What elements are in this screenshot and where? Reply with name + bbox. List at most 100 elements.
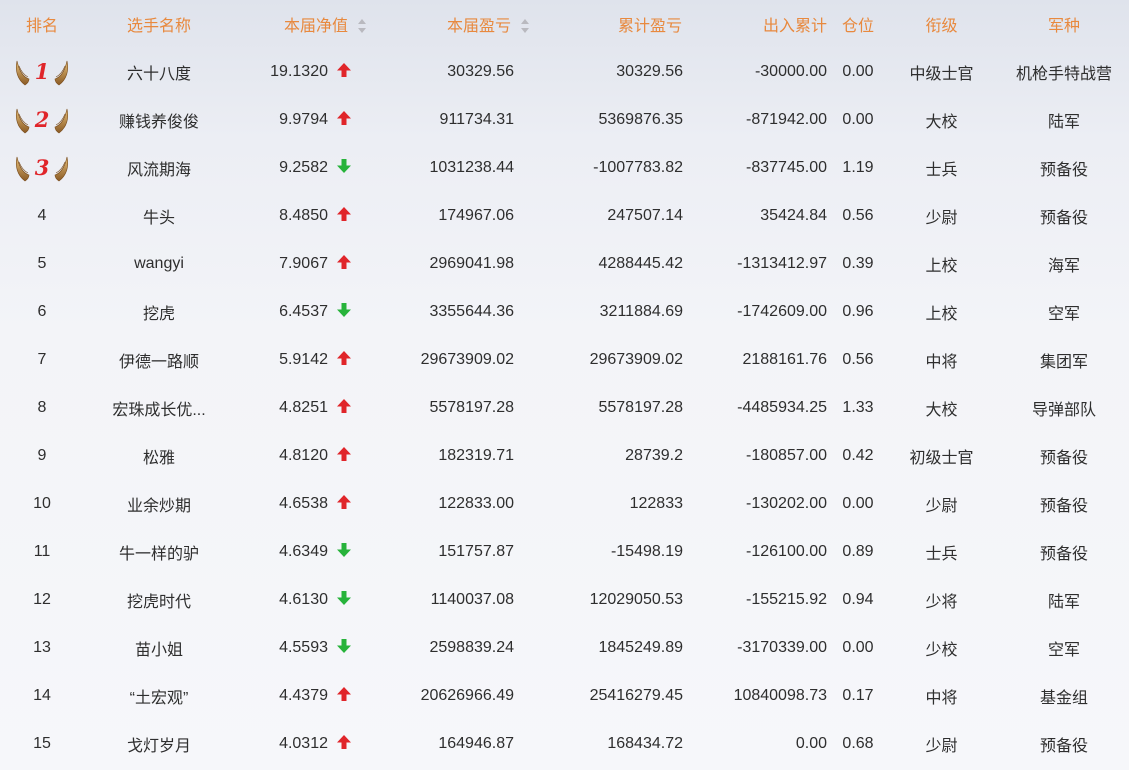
rank-cell: 8 bbox=[0, 384, 84, 432]
player-name[interactable]: 松雅 bbox=[84, 432, 234, 480]
header-position: 仓位 bbox=[841, 18, 874, 35]
table-row[interactable]: 3 风流期海 9.2582 1031238.44 -1007783.82 -837745.… bbox=[0, 144, 1129, 192]
rank-cell: 1 bbox=[0, 48, 84, 96]
position-cell: 0.56 bbox=[842, 207, 874, 224]
position-cell: 0.94 bbox=[842, 591, 874, 608]
header-player-name: 选手名称 bbox=[126, 18, 191, 35]
nav-cell: 5.9142 bbox=[234, 336, 369, 384]
table-row[interactable]: 14 “土宏观” 4.4379 20626966.49 25416279.45 10840… bbox=[0, 672, 1129, 720]
rank-title-cell: 大校 bbox=[925, 402, 958, 419]
nav-value: 9.9794 bbox=[279, 111, 328, 128]
rank-cell: 12 bbox=[0, 576, 84, 624]
nav-value: 4.6349 bbox=[279, 543, 328, 560]
rank-cell: 13 bbox=[0, 624, 84, 672]
rank-number: 4 bbox=[37, 207, 47, 224]
table-row[interactable]: 12 挖虎时代 4.6130 1140037.08 12029050.53 -155215… bbox=[0, 576, 1129, 624]
table-row[interactable]: 11 牛一样的驴 4.6349 151757.87 -15498.19 -126100.0… bbox=[0, 528, 1129, 576]
table-row[interactable]: 4 牛头 8.4850 174967.06 247507.14 35424.84 0.56 少… bbox=[0, 192, 1129, 240]
cumulative-profit-cell: 25416279.45 bbox=[589, 687, 683, 704]
rank-cell: 2 bbox=[0, 96, 84, 144]
medal-icon: 2 bbox=[15, 107, 69, 134]
rank-number: 13 bbox=[33, 639, 51, 656]
medal-rank-number: 3 bbox=[35, 155, 50, 180]
rank-title-cell: 中级士官 bbox=[909, 66, 974, 83]
player-name[interactable]: 挖虎时代 bbox=[84, 576, 234, 624]
table-row[interactable]: 13 苗小姐 4.5593 2598839.24 1845249.89 -3170339.… bbox=[0, 624, 1129, 672]
in-out-flow-cell: 35424.84 bbox=[760, 207, 827, 224]
player-name[interactable]: 六十八度 bbox=[84, 48, 234, 96]
rank-cell: 5 bbox=[0, 240, 84, 288]
rank-title-cell: 少尉 bbox=[925, 498, 958, 515]
player-name[interactable]: 风流期海 bbox=[84, 144, 234, 192]
position-cell: 0.42 bbox=[842, 447, 874, 464]
player-name[interactable]: 牛头 bbox=[84, 192, 234, 240]
rank-cell: 11 bbox=[0, 528, 84, 576]
rank-title-cell: 上校 bbox=[925, 306, 958, 323]
player-name[interactable]: 伊德一路顺 bbox=[84, 336, 234, 384]
in-out-flow-cell: -1313412.97 bbox=[737, 255, 827, 272]
medal-rank-number: 1 bbox=[35, 59, 50, 84]
rank-title-cell: 士兵 bbox=[925, 162, 958, 179]
table-row[interactable]: 5 wangyi 7.9067 2969041.98 4288445.42 -131341… bbox=[0, 240, 1129, 288]
in-out-flow-cell: -1742609.00 bbox=[737, 303, 827, 320]
table-row[interactable]: 7 伊德一路顺 5.9142 29673909.02 29673909.02 218816… bbox=[0, 336, 1129, 384]
player-name[interactable]: 牛一样的驴 bbox=[84, 528, 234, 576]
in-out-flow-cell: 10840098.73 bbox=[733, 687, 827, 704]
nav-cell: 4.4379 bbox=[234, 672, 369, 720]
player-name[interactable]: 宏珠成长优... bbox=[84, 384, 234, 432]
position-cell: 0.00 bbox=[842, 111, 874, 128]
nav-cell: 9.9794 bbox=[234, 96, 369, 144]
table-row[interactable]: 1 六十八度 19.1320 30329.56 30329.56 -30000.00 0.0… bbox=[0, 48, 1129, 96]
position-cell: 0.00 bbox=[842, 495, 874, 512]
player-name[interactable]: 戈灯岁月 bbox=[84, 720, 234, 768]
profit-cell: 164946.87 bbox=[438, 735, 514, 752]
player-name[interactable]: 业余炒期 bbox=[84, 480, 234, 528]
position-cell: 0.00 bbox=[842, 63, 874, 80]
player-name[interactable]: “土宏观” bbox=[84, 672, 234, 720]
cumulative-profit-cell: 29673909.02 bbox=[589, 351, 683, 368]
corps-cell: 陆军 bbox=[1047, 114, 1080, 131]
sort-icon[interactable] bbox=[358, 18, 366, 33]
player-name[interactable]: 挖虎 bbox=[84, 288, 234, 336]
table-row[interactable]: 2 赚钱养俊俊 9.9794 911734.31 5369876.35 -871942.0… bbox=[0, 96, 1129, 144]
cumulative-profit-cell: 28739.2 bbox=[625, 447, 683, 464]
rank-number: 9 bbox=[37, 447, 47, 464]
corps-cell: 空军 bbox=[1047, 642, 1080, 659]
rank-number: 8 bbox=[37, 399, 47, 416]
corps-cell: 陆军 bbox=[1047, 594, 1080, 611]
medal-icon: 1 bbox=[15, 59, 69, 86]
trend-up-arrow-icon bbox=[337, 110, 351, 125]
player-name[interactable]: 赚钱养俊俊 bbox=[84, 96, 234, 144]
nav-value: 4.4379 bbox=[279, 687, 328, 704]
in-out-flow-cell: -837745.00 bbox=[746, 159, 827, 176]
rank-number: 14 bbox=[33, 687, 51, 704]
table-row[interactable]: 10 业余炒期 4.6538 122833.00 122833 -130202.00 0.0… bbox=[0, 480, 1129, 528]
header-nav-sortable[interactable]: 本届净值 bbox=[234, 0, 369, 48]
cumulative-profit-cell: 1845249.89 bbox=[598, 639, 683, 656]
nav-value: 19.1320 bbox=[270, 63, 328, 80]
position-cell: 0.17 bbox=[842, 687, 874, 704]
player-name[interactable]: 苗小姐 bbox=[84, 624, 234, 672]
trend-up-arrow-icon bbox=[337, 350, 351, 365]
player-name[interactable]: wangyi bbox=[84, 240, 234, 288]
table-row[interactable]: 8 宏珠成长优... 4.8251 5578197.28 5578197.28 -4485… bbox=[0, 384, 1129, 432]
nav-cell: 8.4850 bbox=[234, 192, 369, 240]
table-row[interactable]: 6 挖虎 6.4537 3355644.36 3211884.69 -1742609.00… bbox=[0, 288, 1129, 336]
position-cell: 1.19 bbox=[842, 159, 874, 176]
table-row[interactable]: 15 戈灯岁月 4.0312 164946.87 168434.72 0.00 0.68 少尉… bbox=[0, 720, 1129, 768]
cumulative-profit-cell: -15498.19 bbox=[610, 543, 683, 560]
profit-cell: 30329.56 bbox=[447, 63, 514, 80]
header-in-out-flow: 出入累计 bbox=[762, 18, 827, 35]
table-row[interactable]: 9 松雅 4.8120 182319.71 28739.2 -180857.00 0.42 初… bbox=[0, 432, 1129, 480]
nav-cell: 4.6130 bbox=[234, 576, 369, 624]
trend-up-arrow-icon bbox=[337, 206, 351, 221]
rank-number: 10 bbox=[33, 495, 51, 512]
header-profit-sortable[interactable]: 本届盈亏 bbox=[369, 0, 529, 48]
ranking-table: 排名 选手名称 本届净值 本届盈亏 累计盈亏 出入累计 仓位 衔级 军种 1 六十… bbox=[0, 0, 1129, 768]
header-rank-title: 衔级 bbox=[925, 18, 958, 35]
sort-icon[interactable] bbox=[521, 18, 529, 33]
rank-cell: 9 bbox=[0, 432, 84, 480]
nav-value: 4.6538 bbox=[279, 495, 328, 512]
rank-title-cell: 中将 bbox=[925, 354, 958, 371]
cumulative-profit-cell: 4288445.42 bbox=[598, 255, 683, 272]
